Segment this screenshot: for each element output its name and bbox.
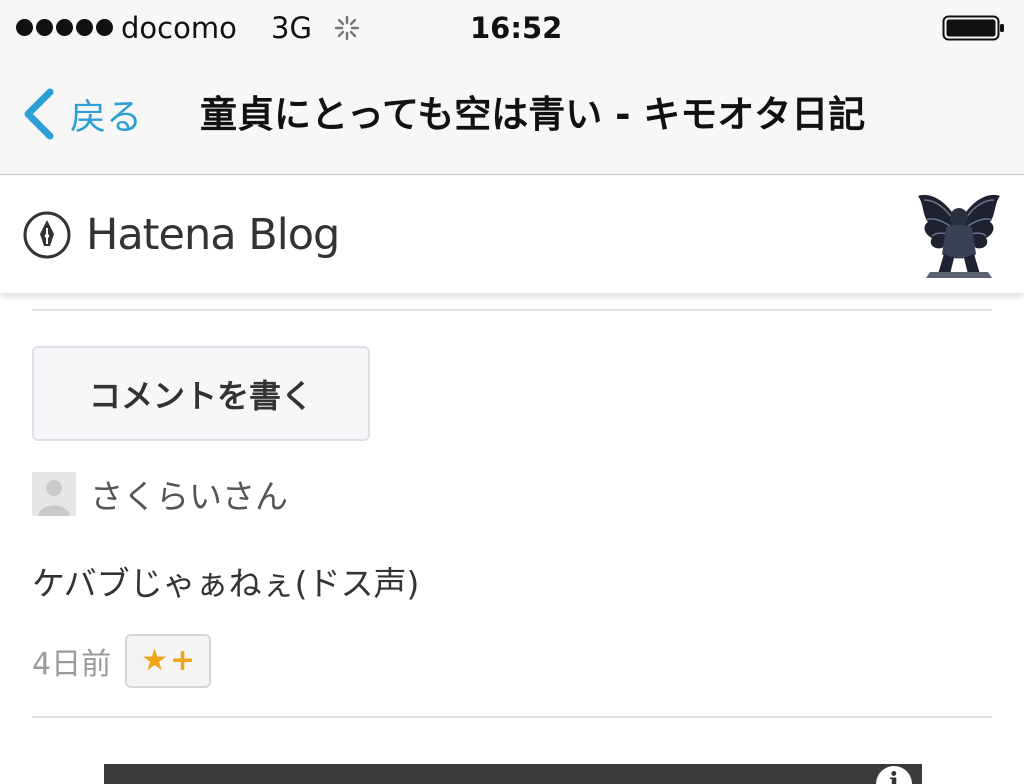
signal-dot xyxy=(76,19,93,36)
comment-timestamp[interactable]: 4日前 xyxy=(32,639,111,683)
signal-dot xyxy=(56,19,73,36)
comment-author[interactable]: さくらいさん xyxy=(32,470,288,518)
network-type: 3G xyxy=(271,11,312,45)
embedded-media[interactable] xyxy=(104,764,922,784)
back-label: 戻る xyxy=(70,97,143,138)
comment-meta: 4日前 ★ + xyxy=(32,634,212,688)
avatar[interactable] xyxy=(916,188,1002,278)
navigation-bar: 戻る 童貞にとっても空は青い - キモオタ日記 xyxy=(0,72,1024,160)
browser-chrome: docomo 3G 16:52 戻る 童貞にとっても空は青い - キモオタ日記 xyxy=(0,0,1024,175)
clock: 16:52 xyxy=(470,11,563,45)
blog-header: Hatena Blog xyxy=(0,176,1024,294)
default-user-icon xyxy=(32,472,76,516)
logo-text: Hatena Blog xyxy=(86,210,340,260)
comment-body: ケバブじゃぁねぇ(ドス声) xyxy=(32,564,420,603)
signal-dot xyxy=(36,19,53,36)
star-icon: ★ xyxy=(141,643,168,678)
write-comment-button[interactable]: コメントを書く xyxy=(32,346,370,441)
signal-dot xyxy=(16,19,33,36)
carrier-name: docomo xyxy=(121,11,237,45)
activity-icon xyxy=(334,15,360,41)
divider xyxy=(32,309,992,311)
battery-icon xyxy=(942,15,1004,41)
status-bar: docomo 3G 16:52 xyxy=(0,0,1024,56)
page-title: 童貞にとっても空は青い - キモオタ日記 xyxy=(200,93,866,136)
add-star-button[interactable]: ★ + xyxy=(125,634,212,688)
comment-author-name: さくらいさん xyxy=(90,477,288,516)
hatena-blog-logo[interactable]: Hatena Blog xyxy=(22,210,340,260)
signal-dot xyxy=(96,19,113,36)
divider xyxy=(32,716,992,718)
back-button[interactable]: 戻る xyxy=(20,84,142,144)
signal-icon xyxy=(16,19,113,36)
pen-nib-icon xyxy=(23,211,71,259)
chevron-left-icon xyxy=(24,88,54,140)
plus-icon: + xyxy=(169,643,196,678)
